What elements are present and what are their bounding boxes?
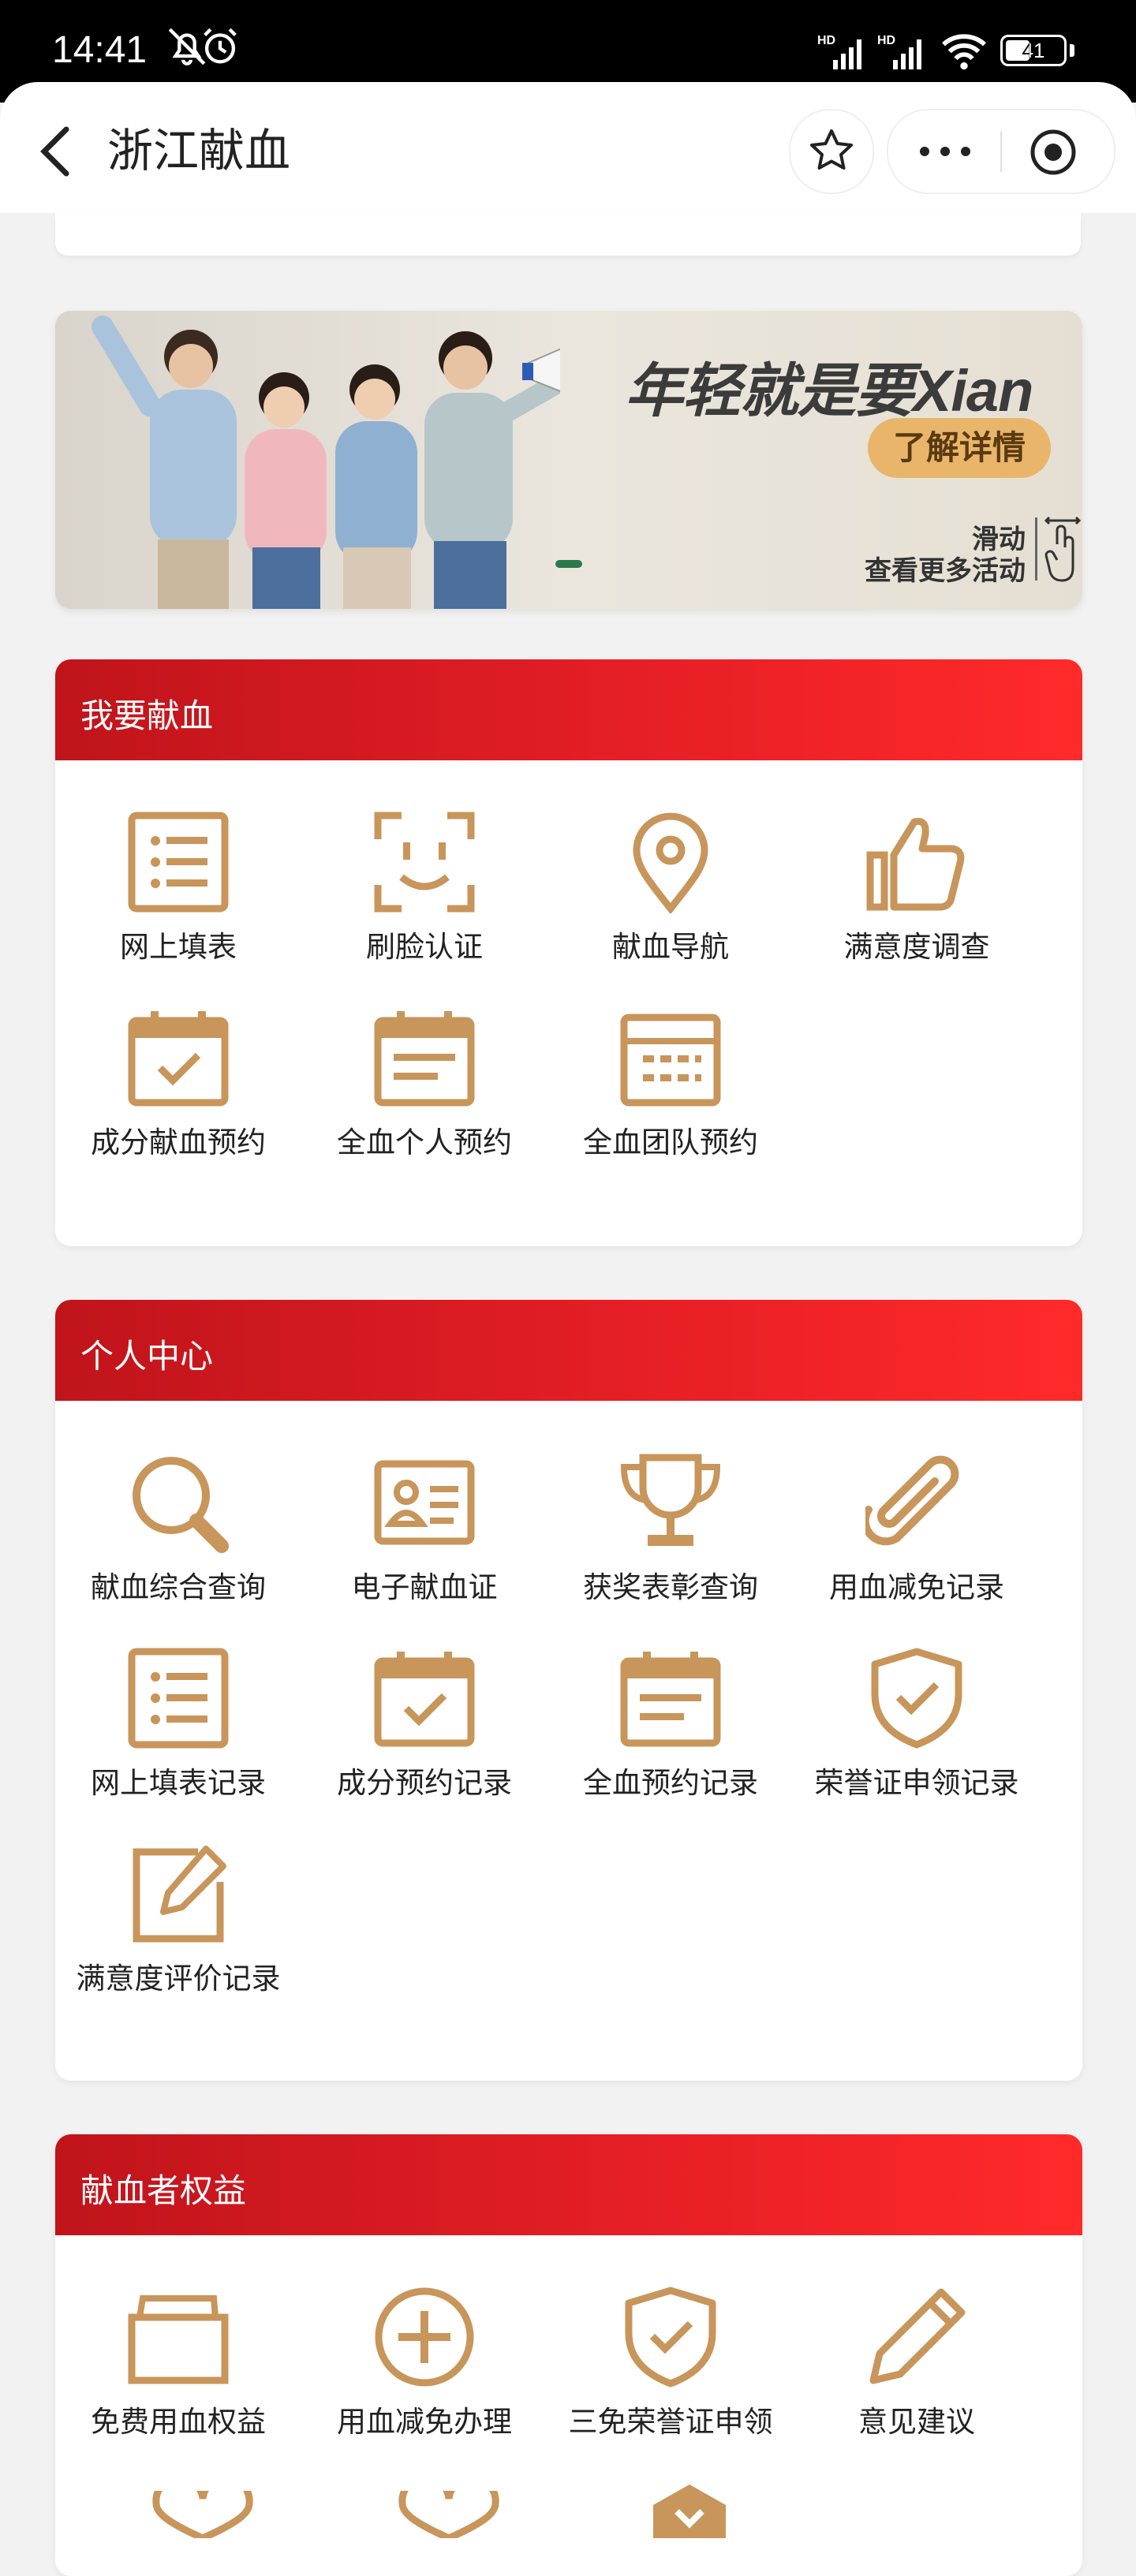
menu-item-label: 全血预约记录 xyxy=(583,1766,758,1800)
menu-item-label: 全血个人预约 xyxy=(337,1126,512,1159)
section-personal-center: 个人中心 献血综合查询 电子献血证 获奖表彰查询 用血减免记录 网上填表记录 成… xyxy=(55,1300,1082,2081)
menu-item-label: 获奖表彰查询 xyxy=(583,1570,758,1604)
menu-item-label: 成分献血预约 xyxy=(91,1126,266,1159)
swipe-hint-line2: 查看更多活动 xyxy=(865,555,1026,587)
svg-text:HD: HD xyxy=(877,34,895,47)
list-form-icon xyxy=(128,1648,229,1749)
menu-item[interactable]: 网上填表记录 xyxy=(55,1647,301,1828)
thumbs-up-icon xyxy=(866,817,965,911)
section-donate: 我要献血 网上填表 刷脸认证 献血导航 满意度调查 成分献血预约 全血个人预约 … xyxy=(55,659,1082,1246)
menu-item[interactable]: 荣誉证申领记录 xyxy=(794,1647,1040,1828)
section-header: 个人中心 xyxy=(55,1300,1082,1401)
menu-item-label: 用血减免办理 xyxy=(337,2405,512,2439)
wifi-icon xyxy=(942,34,986,70)
menu-item[interactable]: 满意度评价记录 xyxy=(55,1842,301,2024)
menu-item[interactable]: 电子献血证 xyxy=(301,1451,547,1633)
alarm-clock-icon xyxy=(204,28,237,64)
shield-check-icon xyxy=(625,2287,716,2387)
calendar-check-icon xyxy=(128,1011,229,1107)
menu-item-label: 荣誉证申领记录 xyxy=(814,1766,1019,1800)
learn-more-button[interactable]: 了解详情 xyxy=(868,418,1051,478)
promo-banner[interactable]: 年轻就是要Xian 了解详情 滑动 查看更多活动 xyxy=(55,311,1082,609)
plus-circle-icon xyxy=(375,2287,474,2387)
menu-item[interactable]: 三免荣誉证申领 xyxy=(547,2286,794,2467)
menu-item[interactable]: 全血个人预约 xyxy=(301,1006,547,1188)
menu-item[interactable]: 网上填表 xyxy=(55,811,301,992)
menu-item-label: 全血团队预约 xyxy=(583,1126,758,1159)
menu-item-label: 刷脸认证 xyxy=(366,930,483,964)
star-icon xyxy=(810,129,853,170)
id-card-icon xyxy=(374,1460,475,1545)
menu-item-label: 电子献血证 xyxy=(351,1570,498,1604)
section-donor-benefits: 献血者权益 免费用血权益 用血减免办理 三免荣誉证申领 意见建议 xyxy=(55,2134,1082,2576)
trophy-icon xyxy=(620,1454,721,1546)
menu-item-label: 意见建议 xyxy=(858,2405,975,2439)
menu-item-label: 成分预约记录 xyxy=(337,1766,512,1800)
menu-item-label: 网上填表记录 xyxy=(91,1766,266,1800)
carousel-indicator xyxy=(555,560,582,568)
section-title: 我要献血 xyxy=(80,696,214,735)
menu-item[interactable]: 献血导航 xyxy=(547,811,794,992)
badge-icon xyxy=(653,2485,726,2538)
menu-item[interactable]: 满意度调查 xyxy=(794,811,1040,992)
mini-program-capsule xyxy=(887,109,1115,194)
heart-icon xyxy=(152,2491,253,2538)
favorite-button[interactable] xyxy=(789,109,874,194)
menu-item[interactable]: 获奖表彰查询 xyxy=(547,1451,794,1633)
edit-note-icon xyxy=(133,1846,226,1943)
menu-item-label: 献血综合查询 xyxy=(91,1570,266,1604)
previous-card-edge xyxy=(55,213,1081,256)
location-pin-icon xyxy=(633,812,708,913)
back-arrow-icon[interactable] xyxy=(32,120,79,183)
section-header: 献血者权益 xyxy=(55,2134,1082,2235)
battery-indicator: 41 xyxy=(1000,35,1067,66)
menu-item[interactable]: 免费用血权益 xyxy=(55,2286,301,2467)
close-target-icon[interactable] xyxy=(1027,126,1079,178)
people-illustration-icon xyxy=(92,315,560,609)
battery-level: 41 xyxy=(1022,39,1045,62)
face-scan-icon xyxy=(374,812,475,913)
section-title: 献血者权益 xyxy=(80,2171,247,2210)
search-icon xyxy=(133,1457,229,1553)
signal-hd-icon: HD xyxy=(817,34,861,69)
signal-hd-2-icon: HD xyxy=(877,34,921,69)
paperclip-icon xyxy=(865,1455,959,1546)
list-form-icon xyxy=(128,812,229,913)
menu-item-label: 网上填表 xyxy=(120,930,237,964)
menu-item[interactable]: 用血减免记录 xyxy=(794,1451,1040,1633)
menu-item[interactable]: 全血团队预约 xyxy=(547,1006,794,1188)
menu-item[interactable]: 献血综合查询 xyxy=(55,1451,301,1633)
menu-item-label: 三免荣誉证申领 xyxy=(568,2405,773,2439)
menu-item[interactable]: 成分预约记录 xyxy=(301,1647,547,1828)
menu-item-label: 献血导航 xyxy=(612,930,729,964)
pencil-icon xyxy=(869,2288,966,2384)
calendar-lines-icon xyxy=(620,1652,721,1747)
navigation-bar: 浙江献血 xyxy=(0,82,1136,213)
calendar-grid-icon xyxy=(620,1014,721,1107)
menu-item-label: 免费用血权益 xyxy=(91,2405,266,2439)
menu-item[interactable]: 成分献血预约 xyxy=(55,1006,301,1188)
folder-icon xyxy=(128,2295,229,2384)
heart-icon xyxy=(398,2491,499,2538)
status-time: 14:41 xyxy=(52,29,148,71)
menu-item[interactable]: 刷脸认证 xyxy=(301,811,547,992)
menu-item-label: 用血减免记录 xyxy=(829,1570,1004,1604)
menu-item[interactable]: 用血减免办理 xyxy=(301,2286,547,2467)
shield-check-icon xyxy=(871,1648,962,1749)
menu-item-label: 满意度评价记录 xyxy=(76,1962,281,1995)
menu-item[interactable]: 全血预约记录 xyxy=(547,1647,794,1828)
menu-item-label: 满意度调查 xyxy=(843,930,990,964)
section-title: 个人中心 xyxy=(80,1337,214,1376)
page-title: 浙江献血 xyxy=(107,124,291,177)
calendar-check-icon xyxy=(374,1652,475,1747)
banner-slogan: 年轻就是要Xian xyxy=(625,358,1033,424)
calendar-lines-icon xyxy=(374,1011,475,1107)
svg-text:HD: HD xyxy=(817,34,835,47)
menu-item[interactable]: 意见建议 xyxy=(794,2286,1040,2467)
section-header: 我要献血 xyxy=(55,659,1082,760)
swipe-hand-icon xyxy=(1044,516,1082,582)
more-dots-icon[interactable] xyxy=(917,136,973,167)
